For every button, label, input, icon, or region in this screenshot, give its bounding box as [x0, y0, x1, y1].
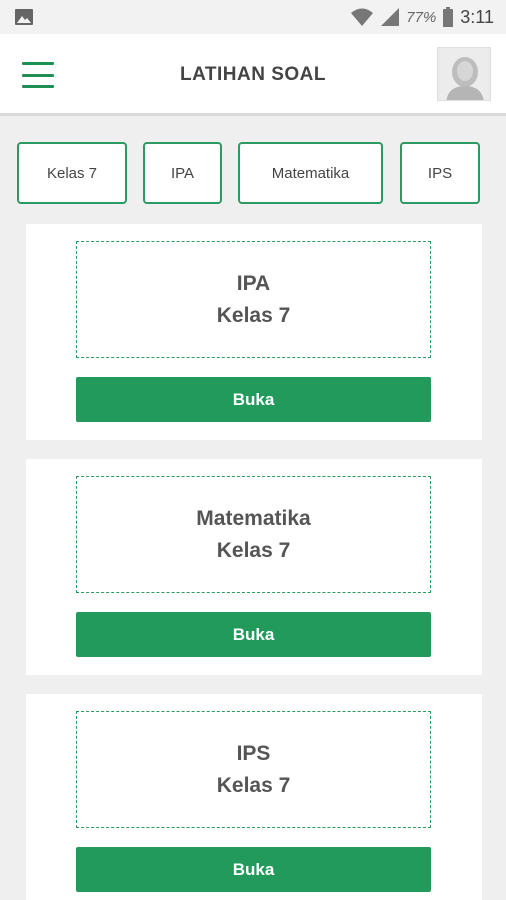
status-time: 3:11 — [460, 6, 494, 27]
open-button[interactable]: Buka — [76, 612, 431, 657]
status-left — [14, 8, 34, 26]
card-label-frame: Matematika Kelas 7 — [76, 476, 431, 593]
status-right: 77% 3:11 — [350, 7, 494, 28]
battery-percent: 77% — [406, 8, 437, 26]
card-class: Kelas 7 — [216, 773, 291, 797]
card-subject: IPA — [236, 271, 271, 295]
open-button[interactable]: Buka — [76, 377, 431, 422]
card-subject: IPS — [236, 741, 271, 765]
quiz-card: IPS Kelas 7 Buka — [26, 694, 482, 900]
status-bar: 77% 3:11 — [0, 0, 506, 34]
card-label-frame: IPA Kelas 7 — [76, 241, 431, 358]
card-class: Kelas 7 — [216, 538, 291, 562]
card-class: Kelas 7 — [216, 303, 291, 327]
quiz-card: Matematika Kelas 7 Buka — [26, 459, 482, 675]
signal-icon — [381, 8, 400, 26]
open-button[interactable]: Buka — [76, 847, 431, 892]
wifi-icon — [351, 8, 374, 26]
avatar[interactable] — [437, 47, 491, 101]
filter-chip-ipa[interactable]: IPA — [143, 142, 222, 204]
app-bar: LATIHAN SOAL — [0, 34, 506, 116]
filter-chip-matematika[interactable]: Matematika — [238, 142, 383, 204]
user-avatar-icon — [446, 57, 484, 100]
quiz-card: IPA Kelas 7 Buka — [26, 224, 482, 440]
page-title: LATIHAN SOAL — [179, 64, 327, 85]
filter-chip-ips[interactable]: IPS — [400, 142, 480, 204]
filter-chip-kelas[interactable]: Kelas 7 — [17, 142, 127, 204]
battery-icon — [443, 7, 454, 27]
image-icon — [15, 9, 33, 25]
card-subject: Matematika — [196, 506, 311, 530]
card-label-frame: IPS Kelas 7 — [76, 711, 431, 828]
